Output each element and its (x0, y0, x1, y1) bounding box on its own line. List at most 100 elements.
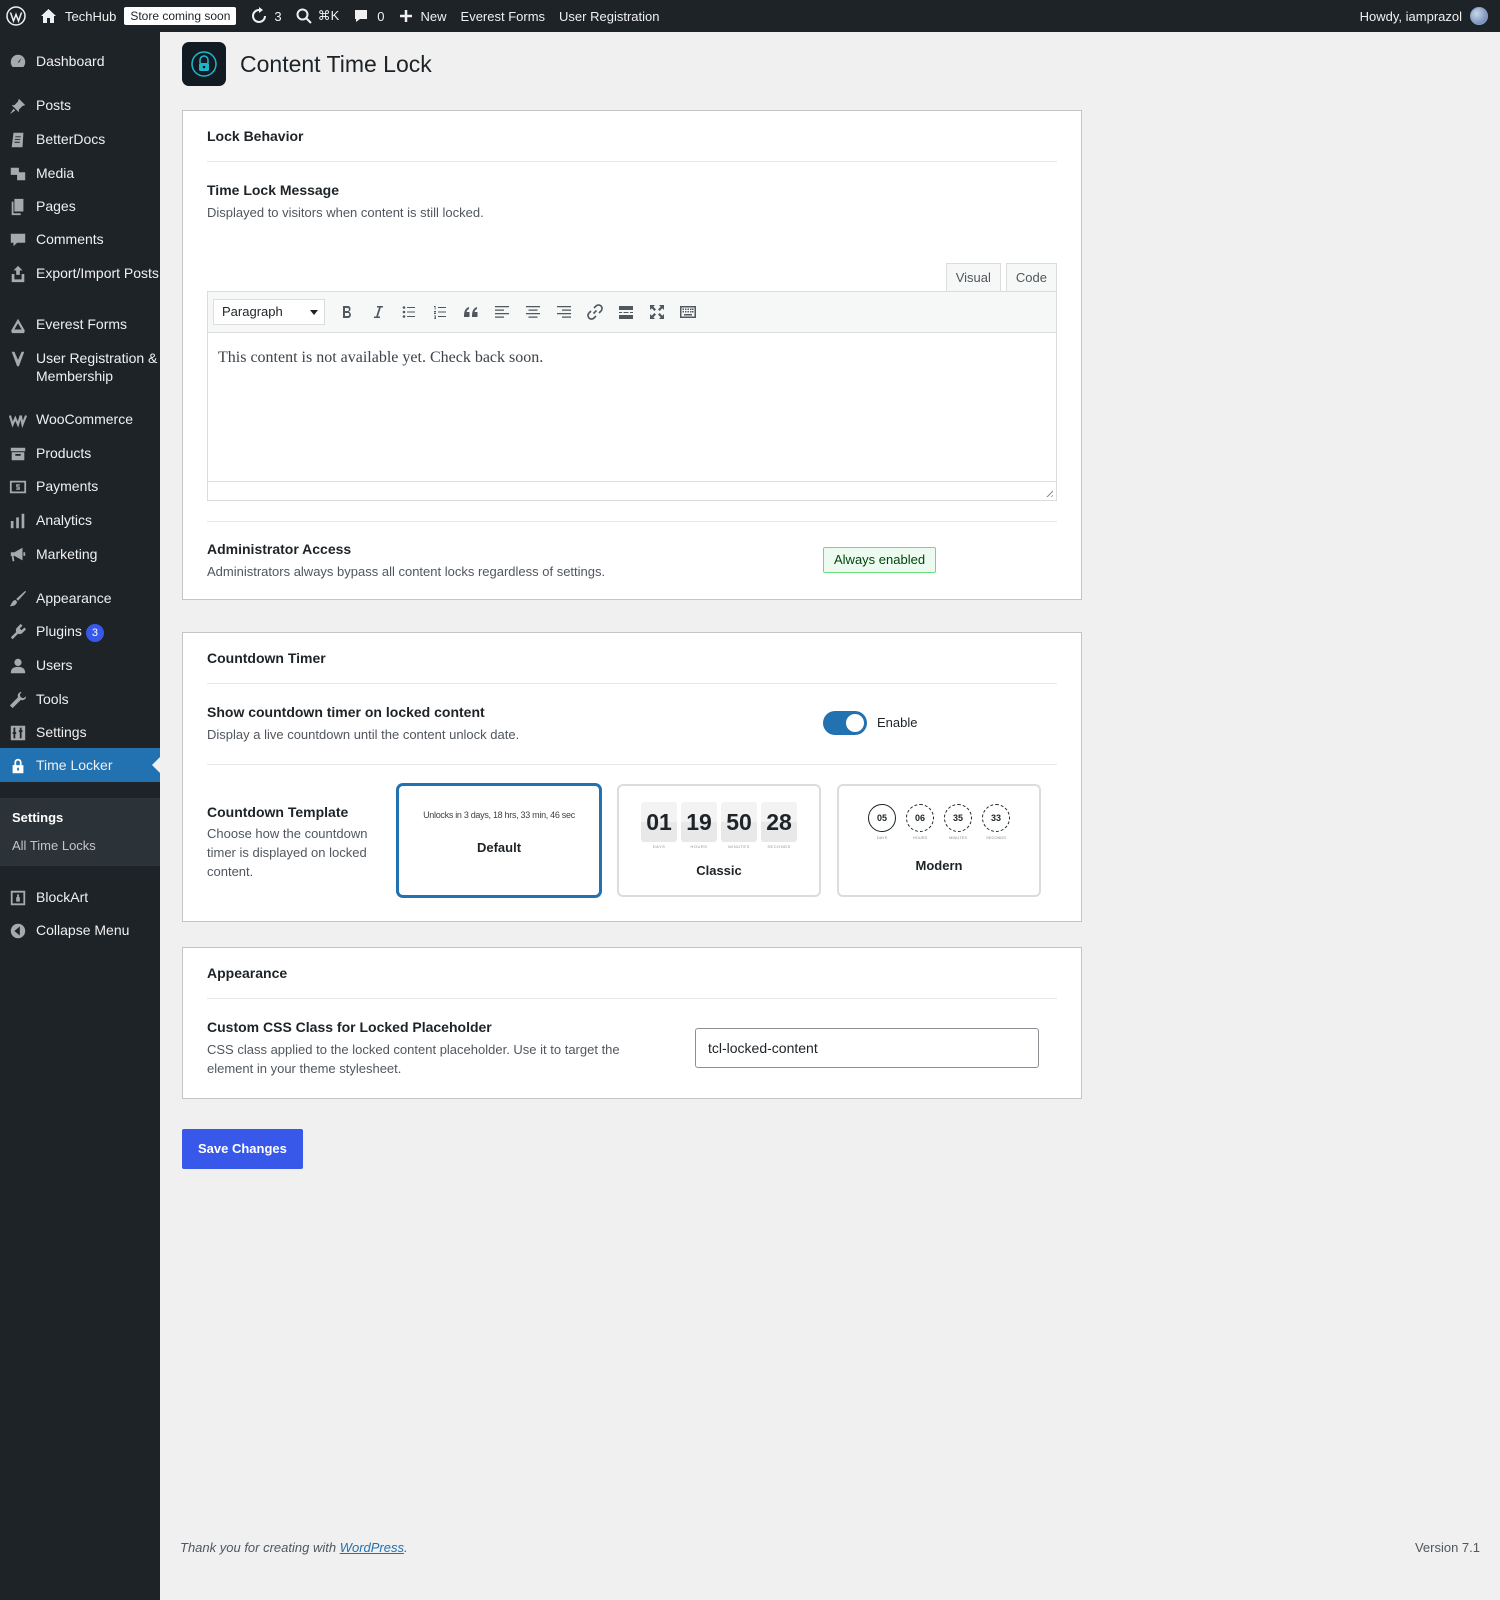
sidebar-item-payments[interactable]: Payments (0, 477, 160, 496)
sidebar-item-label: Comments (36, 231, 104, 247)
sidebar-item-label: Tools (36, 691, 69, 707)
template-option-modern[interactable]: 05 DAYS 06 HOURS 35 MINUTES 33 SECONDS Moder… (837, 784, 1041, 897)
show-countdown-desc: Display a live countdown until the conte… (207, 727, 520, 742)
template-name: Default (476, 840, 522, 855)
export-icon (0, 264, 36, 283)
sidebar-item-label: BetterDocs (36, 131, 106, 147)
user-registration-link[interactable]: User Registration (552, 0, 666, 32)
updates-link[interactable]: 3 (243, 0, 288, 32)
bold-button[interactable] (333, 298, 361, 326)
sidebar-item-user-registration[interactable]: User Registration & Membership (0, 349, 160, 385)
dashboard-icon (0, 52, 36, 71)
wordpress-link[interactable]: WordPress (340, 1540, 404, 1555)
toolbar-toggle-button[interactable] (674, 298, 702, 326)
sidebar-item-appearance[interactable]: Appearance (0, 589, 160, 608)
tab-code[interactable]: Code (1005, 263, 1057, 292)
sidebar-item-blockart[interactable]: BlockArt (0, 888, 160, 907)
fullscreen-button[interactable] (643, 298, 671, 326)
editor-status-bar (208, 481, 1056, 500)
store-status-badge[interactable]: Store coming soon (124, 7, 237, 25)
bullet-list-button[interactable] (395, 298, 423, 326)
tab-visual[interactable]: Visual (945, 263, 1001, 292)
italic-button[interactable] (364, 298, 392, 326)
message-editor: Paragraph This content is not available … (207, 291, 1057, 501)
flip-label: DAYS (652, 844, 666, 849)
flip-value: 50 (721, 802, 757, 842)
submenu-item-settings[interactable]: Settings (12, 810, 63, 825)
sidebar-item-plugins[interactable]: Plugins 3 (0, 622, 160, 642)
flip-unit: 19 HOURS (681, 802, 717, 849)
sidebar-item-comments[interactable]: Comments (0, 230, 160, 249)
search-shortcut[interactable]: ⌘K (289, 0, 347, 32)
flip-label: MINUTES (728, 844, 750, 849)
time-locker-submenu: Settings All Time Locks (0, 798, 160, 866)
align-right-button[interactable] (550, 298, 578, 326)
sidebar-item-pages[interactable]: Pages (0, 197, 160, 216)
account-menu[interactable]: Howdy, iamprazol (1353, 0, 1500, 32)
classic-preview: 01 DAYS 19 HOURS 50 MINUTES 28 SECONDS (639, 802, 799, 849)
sidebar-item-everest-forms[interactable]: Everest Forms (0, 315, 160, 334)
sidebar-item-time-locker[interactable]: Time Locker (0, 748, 160, 782)
editor-content[interactable]: This content is not available yet. Check… (208, 333, 1056, 481)
blockquote-button[interactable] (457, 298, 485, 326)
resize-handle-icon[interactable] (1044, 488, 1053, 497)
format-select[interactable]: Paragraph (213, 299, 325, 325)
sidebar-item-woocommerce[interactable]: WooCommerce (0, 410, 160, 429)
sidebar-item-label: Posts (36, 97, 72, 113)
sidebar-item-betterdocs[interactable]: BetterDocs (0, 130, 160, 149)
refresh-icon (252, 7, 267, 23)
forms-icon (0, 315, 36, 334)
admin-sidebar: Dashboard Posts BetterDocs Media Pages C… (0, 32, 160, 1600)
editor-tabs: Visual Code (941, 263, 1057, 292)
users-icon (0, 656, 36, 675)
sidebar-item-users[interactable]: Users (0, 656, 160, 675)
sidebar-item-tools[interactable]: Tools (0, 690, 160, 709)
sidebar-item-analytics[interactable]: Analytics (0, 511, 160, 530)
section-title-appearance: Appearance (207, 965, 288, 981)
css-class-input[interactable]: tcl-locked-content (695, 1028, 1039, 1068)
sidebar-item-dashboard[interactable]: Dashboard (0, 52, 160, 71)
read-more-button[interactable] (612, 298, 640, 326)
divider (207, 161, 1057, 162)
megaphone-icon (0, 545, 36, 564)
media-icon (0, 164, 36, 183)
wordpress-logo-icon[interactable] (0, 0, 33, 32)
save-changes-button[interactable]: Save Changes (182, 1129, 303, 1169)
sidebar-item-marketing[interactable]: Marketing (0, 545, 160, 564)
ring-unit: 05 DAYS (863, 804, 901, 840)
collapse-icon (0, 921, 36, 940)
sidebar-item-media[interactable]: Media (0, 164, 160, 183)
divider (207, 683, 1057, 684)
numbered-list-icon (434, 306, 446, 319)
comments-count: 0 (377, 8, 385, 24)
align-center-button[interactable] (519, 298, 547, 326)
insert-link-button[interactable] (581, 298, 609, 326)
main-content: Content Time Lock Lock Behavior Time Loc… (160, 32, 1500, 1600)
editor-toolbar: Paragraph (208, 292, 1056, 333)
template-option-classic[interactable]: 01 DAYS 19 HOURS 50 MINUTES 28 SECONDS Class… (617, 784, 821, 897)
home-icon (41, 9, 56, 23)
sidebar-item-settings[interactable]: Settings (0, 723, 160, 742)
site-name-link[interactable]: TechHub Store coming soon (33, 0, 243, 32)
new-content-link[interactable]: New (392, 0, 454, 32)
bold-icon (343, 306, 351, 318)
sidebar-item-label: Payments (36, 478, 99, 494)
everest-forms-link[interactable]: Everest Forms (454, 0, 553, 32)
numbered-list-button[interactable] (426, 298, 454, 326)
submenu-item-all-time-locks[interactable]: All Time Locks (12, 838, 96, 853)
align-left-button[interactable] (488, 298, 516, 326)
collapse-menu-button[interactable]: Collapse Menu (0, 921, 160, 940)
brush-icon (0, 589, 36, 608)
sidebar-item-export-import[interactable]: Export/Import Posts (0, 264, 160, 283)
page-header: Content Time Lock (182, 42, 432, 86)
align-center-icon (526, 306, 540, 318)
countdown-toggle[interactable] (823, 711, 867, 735)
divider (207, 998, 1057, 999)
template-option-default[interactable]: Unlocks in 3 days, 18 hrs, 33 min, 46 se… (397, 784, 601, 897)
sidebar-item-products[interactable]: Products (0, 444, 160, 463)
sidebar-item-posts[interactable]: Posts (0, 96, 160, 115)
footer-text: Thank you for creating with (180, 1540, 340, 1555)
css-class-title: Custom CSS Class for Locked Placeholder (207, 1019, 492, 1035)
footer-suffix: . (404, 1540, 408, 1555)
comments-link[interactable]: 0 (346, 0, 391, 32)
